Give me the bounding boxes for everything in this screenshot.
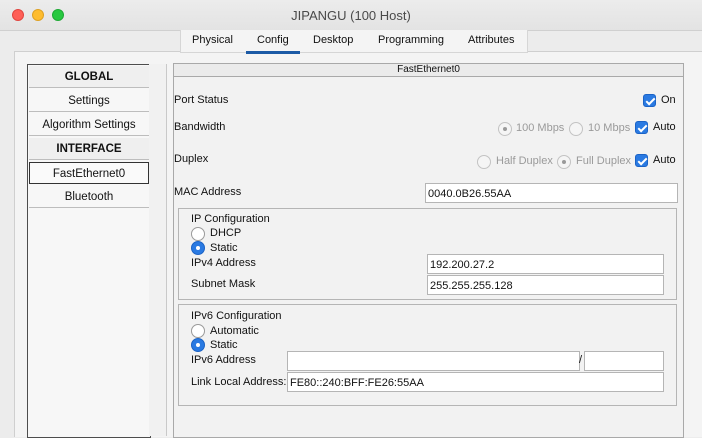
ipv6-prefix-field[interactable] bbox=[584, 351, 664, 371]
config-nav: GLOBAL Settings Algorithm Settings INTER… bbox=[27, 64, 151, 438]
window-title: JIPANGU (100 Host) bbox=[291, 8, 411, 23]
nav-scroll-track[interactable] bbox=[149, 64, 167, 436]
bandwidth-auto-label: Auto bbox=[653, 121, 676, 133]
ipv4-address-label: IPv4 Address bbox=[191, 257, 256, 269]
port-status-on-label: On bbox=[661, 94, 676, 106]
ip-configuration-title: IP Configuration bbox=[191, 213, 270, 225]
duplex-auto-label: Auto bbox=[653, 154, 676, 166]
panel-title: FastEthernet0 bbox=[174, 64, 683, 77]
bandwidth-10-radio[interactable] bbox=[569, 122, 583, 136]
ipv6-static-label: Static bbox=[210, 339, 238, 351]
duplex-auto-checkbox[interactable] bbox=[635, 154, 648, 167]
dhcp-radio[interactable] bbox=[191, 227, 205, 241]
ipv4-address-field[interactable]: 192.200.27.2 bbox=[427, 254, 664, 274]
duplex-label: Duplex bbox=[174, 153, 209, 165]
link-local-label: Link Local Address: bbox=[191, 376, 287, 388]
bandwidth-10-label: 10 Mbps bbox=[588, 122, 631, 134]
ipv4-static-radio[interactable] bbox=[191, 241, 205, 255]
ipv6-automatic-label: Automatic bbox=[210, 325, 259, 337]
ipv6-address-label: IPv6 Address bbox=[191, 354, 256, 366]
bandwidth-100-label: 100 Mbps bbox=[516, 122, 565, 134]
tab-bar: Physical Config Desktop Programming Attr… bbox=[180, 30, 528, 54]
dhcp-label: DHCP bbox=[210, 227, 242, 239]
nav-item-settings[interactable]: Settings bbox=[29, 90, 149, 112]
ipv4-static-label: Static bbox=[210, 242, 238, 254]
bandwidth-auto-checkbox[interactable] bbox=[635, 121, 648, 134]
link-local-field[interactable]: FE80::240:BFF:FE26:55AA bbox=[287, 372, 664, 392]
title-bar: JIPANGU (100 Host) bbox=[0, 0, 702, 31]
ipv6-configuration-title: IPv6 Configuration bbox=[191, 310, 282, 322]
nav-item-bluetooth[interactable]: Bluetooth bbox=[29, 186, 149, 208]
nav-header-global: GLOBAL bbox=[29, 66, 149, 88]
half-duplex-radio[interactable] bbox=[477, 155, 491, 169]
ipv6-address-field[interactable] bbox=[287, 351, 580, 371]
tab-config[interactable]: Config bbox=[246, 34, 300, 54]
nav-item-fastethernet0[interactable]: FastEthernet0 bbox=[29, 162, 149, 184]
full-duplex-radio[interactable] bbox=[557, 155, 571, 169]
tab-programming[interactable]: Programming bbox=[378, 34, 444, 46]
mac-address-field[interactable]: 0040.0B26.55AA bbox=[425, 183, 678, 203]
mac-address-label: MAC Address bbox=[174, 186, 242, 198]
subnet-mask-label: Subnet Mask bbox=[191, 278, 256, 290]
port-status-label: Port Status bbox=[174, 94, 229, 106]
port-status-checkbox[interactable] bbox=[643, 94, 656, 107]
ipv6-static-radio[interactable] bbox=[191, 338, 205, 352]
nav-item-algorithm-settings[interactable]: Algorithm Settings bbox=[29, 114, 149, 136]
bandwidth-label: Bandwidth bbox=[174, 121, 226, 133]
ipv6-automatic-radio[interactable] bbox=[191, 324, 205, 338]
nav-header-interface: INTERFACE bbox=[29, 138, 149, 160]
bandwidth-100-radio[interactable] bbox=[498, 122, 512, 136]
subnet-mask-field[interactable]: 255.255.255.128 bbox=[427, 275, 664, 295]
ipv6-prefix-separator: / bbox=[579, 354, 583, 366]
full-duplex-label: Full Duplex bbox=[576, 155, 632, 167]
tab-desktop[interactable]: Desktop bbox=[313, 34, 353, 46]
tab-physical[interactable]: Physical bbox=[192, 34, 233, 46]
half-duplex-label: Half Duplex bbox=[496, 155, 553, 167]
tab-attributes[interactable]: Attributes bbox=[468, 34, 514, 46]
